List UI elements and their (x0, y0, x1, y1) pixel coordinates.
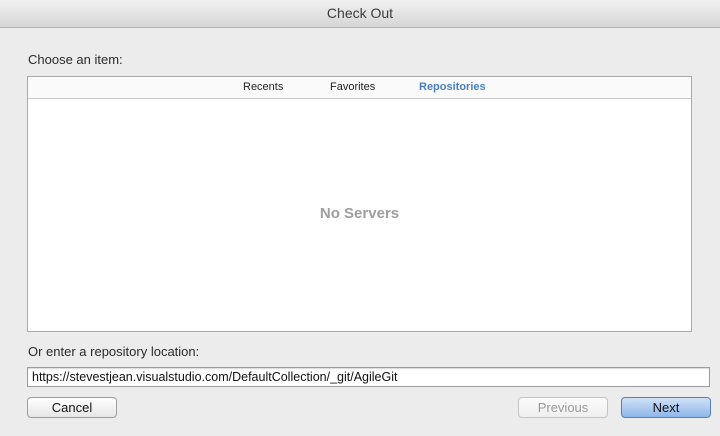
repository-location-label: Or enter a repository location: (28, 344, 200, 359)
cancel-button[interactable]: Cancel (27, 397, 117, 418)
previous-button[interactable]: Previous (518, 397, 608, 418)
tab-recents[interactable]: Recents (243, 81, 283, 93)
item-browser: Recents Favorites Repositories No Server… (27, 76, 692, 332)
repository-location-input[interactable] (27, 367, 710, 387)
browser-tab-bar: Recents Favorites Repositories (28, 77, 691, 99)
choose-item-label: Choose an item: (28, 52, 123, 67)
checkout-dialog: Check Out Choose an item: Recents Favori… (0, 0, 720, 436)
empty-state-message: No Servers (319, 205, 400, 222)
tab-repositories[interactable]: Repositories (419, 81, 486, 93)
window-title: Check Out (0, 0, 720, 28)
tab-favorites[interactable]: Favorites (330, 81, 375, 93)
next-button[interactable]: Next (621, 397, 711, 418)
